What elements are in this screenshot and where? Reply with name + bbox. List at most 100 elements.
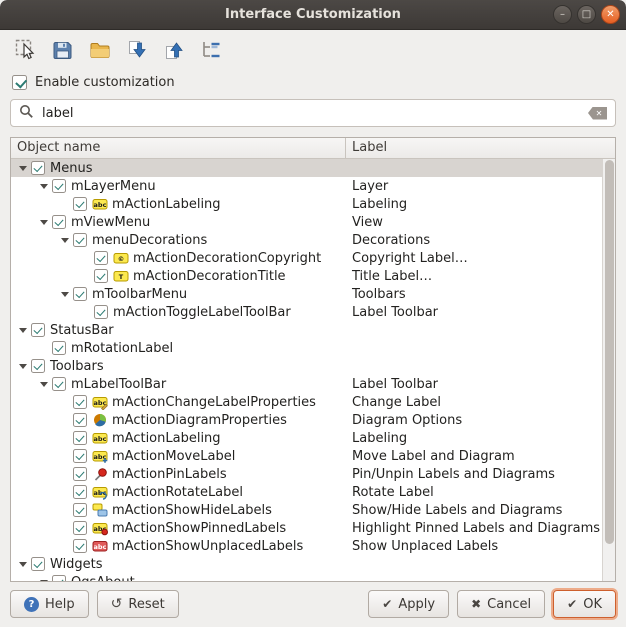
window-controls: – □ ✕ (553, 5, 620, 24)
object-name: mActionShowUnplacedLabels (112, 539, 303, 554)
tree-row-Widgets[interactable]: Widgets (11, 555, 602, 573)
save-button[interactable] (49, 36, 77, 64)
vertical-scrollbar[interactable] (602, 159, 615, 581)
label-text: Pin/Unpin Labels and Diagrams (352, 467, 555, 482)
tree-row-mActionPinLabels[interactable]: mActionPinLabelsPin/Unpin Labels and Dia… (11, 465, 602, 483)
apply-button[interactable]: Apply (368, 590, 449, 618)
scrollbar-thumb[interactable] (605, 160, 614, 544)
row-checkbox[interactable] (73, 467, 87, 481)
expand-arrow-icon[interactable] (57, 238, 73, 243)
label-text: Copyright Label… (352, 251, 468, 266)
row-checkbox[interactable] (73, 413, 87, 427)
row-checkbox[interactable] (94, 251, 108, 265)
tree-row-mActionShowUnplacedLabels[interactable]: abcmActionShowUnplacedLabelsShow Unplace… (11, 537, 602, 555)
indent (11, 348, 36, 349)
tree-row-StatusBar[interactable]: StatusBar (11, 321, 602, 339)
row-checkbox[interactable] (52, 575, 66, 581)
row-checkbox[interactable] (73, 287, 87, 301)
column-header-label[interactable]: Label (346, 138, 393, 158)
expand-arrow-icon[interactable] (36, 220, 52, 225)
expand-arrow-icon[interactable] (15, 166, 31, 171)
row-checkbox[interactable] (94, 269, 108, 283)
object-name: mActionShowPinnedLabels (112, 521, 286, 536)
tree-row-mActionDiagramProperties[interactable]: mActionDiagramPropertiesDiagram Options (11, 411, 602, 429)
titlebar[interactable]: Interface Customization – □ ✕ (0, 0, 626, 30)
expand-arrow-icon[interactable] (57, 292, 73, 297)
enable-customization-checkbox[interactable] (12, 75, 27, 90)
row-checkbox[interactable] (52, 341, 66, 355)
row-checkbox[interactable] (73, 485, 87, 499)
expand-arrow-icon[interactable] (15, 364, 31, 369)
diagram-icon (92, 412, 108, 428)
row-checkbox[interactable] (73, 197, 87, 211)
tree-row-mActionMoveLabel[interactable]: abcmActionMoveLabelMove Label and Diagra… (11, 447, 602, 465)
open-folder-button[interactable] (86, 36, 114, 64)
row-checkbox[interactable] (94, 305, 108, 319)
move-label-icon: abc (92, 448, 108, 464)
widget-catcher-button[interactable] (12, 36, 40, 64)
row-checkbox[interactable] (73, 449, 87, 463)
expand-arrow-icon[interactable] (36, 184, 52, 189)
row-checkbox[interactable] (73, 539, 87, 553)
tree-row-mActionToggleLabelToolBar[interactable]: mActionToggleLabelToolBarLabel Toolbar (11, 303, 602, 321)
tree-row-QgsAbout[interactable]: QgsAbout (11, 573, 602, 581)
tree-row-mLayerMenu[interactable]: mLayerMenuLayer (11, 177, 602, 195)
expand-arrow-icon[interactable] (15, 562, 31, 567)
ok-button[interactable]: OK (553, 590, 616, 618)
import-button[interactable] (123, 36, 151, 64)
expand-tree-button[interactable] (197, 36, 225, 64)
interface-customization-dialog: Interface Customization – □ ✕ Enable cus… (0, 0, 626, 627)
row-checkbox[interactable] (73, 431, 87, 445)
expand-arrow-icon[interactable] (36, 382, 52, 387)
row-checkbox[interactable] (31, 161, 45, 175)
maximize-icon[interactable]: □ (577, 5, 596, 24)
row-checkbox[interactable] (52, 215, 66, 229)
row-checkbox[interactable] (73, 395, 87, 409)
tree-row-mRotationLabel[interactable]: mRotationLabel (11, 339, 602, 357)
reset-button[interactable]: Reset (97, 590, 179, 618)
tree-row-menuDecorations[interactable]: menuDecorationsDecorations (11, 231, 602, 249)
tree-row-mToolbarMenu[interactable]: mToolbarMenuToolbars (11, 285, 602, 303)
row-checkbox[interactable] (31, 557, 45, 571)
object-name: mRotationLabel (71, 341, 173, 356)
help-button[interactable]: Help (10, 590, 89, 618)
tree-row-mActionShowPinnedLabels[interactable]: abcmActionShowPinnedLabelsHighlight Pinn… (11, 519, 602, 537)
tree-row-mActionChangeLabelProperties[interactable]: abcmActionChangeLabelPropertiesChange La… (11, 393, 602, 411)
tree-row-mActionLabeling[interactable]: abcmActionLabelingLabeling (11, 195, 602, 213)
export-button[interactable] (160, 36, 188, 64)
tree-row-mActionRotateLabel[interactable]: abcmActionRotateLabelRotate Label (11, 483, 602, 501)
indent (11, 258, 78, 259)
tree-row-mActionDecorationCopyright[interactable]: ©mActionDecorationCopyrightCopyright Lab… (11, 249, 602, 267)
indent (11, 528, 57, 529)
row-checkbox[interactable] (31, 323, 45, 337)
cancel-button[interactable]: Cancel (457, 590, 545, 618)
help-icon (24, 597, 39, 612)
minimize-icon[interactable]: – (553, 5, 572, 24)
pin-icon (92, 466, 108, 482)
clear-search-icon[interactable] (588, 107, 607, 120)
row-checkbox[interactable] (31, 359, 45, 373)
tree-row-mLabelToolBar[interactable]: mLabelToolBarLabel Toolbar (11, 375, 602, 393)
tree-row-mActionLabeling[interactable]: abcmActionLabelingLabeling (11, 429, 602, 447)
expand-arrow-icon[interactable] (36, 580, 52, 582)
object-name: mActionLabeling (112, 431, 221, 446)
label-text: Labeling (352, 197, 407, 212)
object-name: mActionToggleLabelToolBar (113, 305, 291, 320)
row-checkbox[interactable] (73, 503, 87, 517)
tree-row-mActionShowHideLabels[interactable]: mActionShowHideLabelsShow/Hide Labels an… (11, 501, 602, 519)
row-checkbox[interactable] (52, 179, 66, 193)
column-header-object-name[interactable]: Object name (11, 138, 346, 158)
tree-row-mActionDecorationTitle[interactable]: TmActionDecorationTitleTitle Label… (11, 267, 602, 285)
row-checkbox[interactable] (73, 521, 87, 535)
label-text: Layer (352, 179, 388, 194)
search-input[interactable]: label (10, 99, 616, 127)
object-name: Menus (50, 161, 92, 176)
row-checkbox[interactable] (73, 233, 87, 247)
row-checkbox[interactable] (52, 377, 66, 391)
tree-row-Toolbars[interactable]: Toolbars (11, 357, 602, 375)
close-icon[interactable]: ✕ (601, 5, 620, 24)
import-arrow-icon (125, 38, 149, 62)
tree-row-Menus[interactable]: Menus (11, 159, 602, 177)
tree-row-mViewMenu[interactable]: mViewMenuView (11, 213, 602, 231)
expand-arrow-icon[interactable] (15, 328, 31, 333)
